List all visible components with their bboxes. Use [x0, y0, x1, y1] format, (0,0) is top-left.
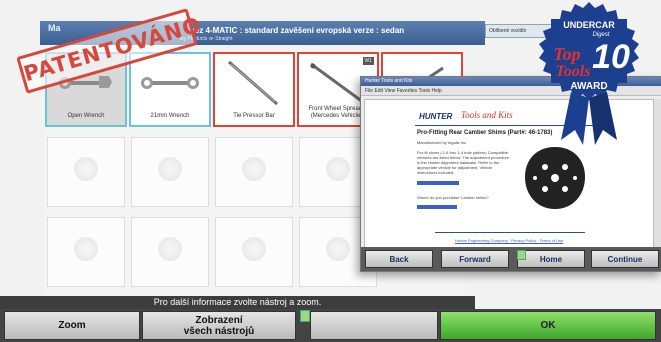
top-10-tools-award-badge: UNDERCAR Digest Top 10 Tools AWARD: [539, 2, 639, 145]
back-button[interactable]: Back: [365, 250, 433, 268]
camber-shim-plate-image: [525, 147, 585, 209]
forward-button[interactable]: Forward: [441, 250, 509, 268]
doc-link[interactable]: [417, 205, 457, 209]
wrench-icon: [141, 77, 199, 89]
continue-button[interactable]: Continue: [591, 250, 659, 268]
doc-intro: Manufactured by Ingalls Inc.: [417, 140, 468, 145]
doc-question: Where do you purchase Camber shims?: [417, 195, 489, 200]
award-10: 10: [592, 38, 630, 76]
tool-label: Open Wrench: [67, 113, 105, 119]
vehicle-header-title: bez 4-MATIC : standard zavěšení evropská…: [190, 26, 405, 35]
doc-link[interactable]: [417, 181, 459, 185]
status-bar: Pro další informace zvolte nástroj a zoo…: [0, 296, 475, 309]
award-top: Top: [553, 44, 580, 64]
tool-badge: W1: [362, 57, 374, 65]
empty-tool-slot[interactable]: [215, 217, 293, 287]
doc-body: Pro-fit shims (.1.6 thru 1.4 hole patter…: [417, 150, 509, 175]
popup-button-bar: Back Forward Home Continue: [361, 247, 661, 271]
tool-label: 21mm Wrench: [150, 113, 190, 119]
empty-tool-slot[interactable]: [47, 137, 125, 207]
empty-tool-slot[interactable]: [131, 137, 209, 207]
show-all-tools-label-line2: všech nástrojů: [183, 325, 255, 337]
bottom-button-bar: Zoom Zobrazení všech nástrojů OK: [0, 309, 661, 342]
app-title: Ma: [48, 23, 61, 33]
tool-label: Tie Pressor Bar: [233, 113, 275, 119]
tool-tile-tie-pressor-bar[interactable]: Tie Pressor Bar: [213, 52, 295, 127]
empty-tool-slot[interactable]: [215, 137, 293, 207]
popup-scrollbar[interactable]: [653, 99, 661, 247]
award-tools: Tools: [556, 63, 591, 80]
empty-tool-slot[interactable]: [47, 217, 125, 287]
doc-footer-links[interactable]: Hunter Engineering Company · Privacy Pol…: [455, 238, 563, 243]
empty-button-slot: [310, 311, 438, 340]
ok-button[interactable]: OK: [440, 311, 656, 340]
bar-icon: [228, 60, 278, 106]
divider: [435, 232, 585, 233]
home-button[interactable]: Home: [517, 250, 585, 268]
award-award: AWARD: [570, 81, 607, 92]
indicator-light: [517, 250, 526, 260]
empty-tool-slot[interactable]: [131, 217, 209, 287]
show-all-tools-button[interactable]: Zobrazení všech nástrojů: [142, 311, 296, 340]
hunter-logo: HUNTER: [419, 112, 453, 121]
tools-and-kits-logo: Tools and Kits: [461, 110, 513, 120]
award-undercar: UNDERCAR: [563, 20, 615, 30]
tool-tile-21mm-wrench[interactable]: 21mm Wrench: [129, 52, 211, 127]
indicator-light: [300, 310, 310, 322]
zoom-button[interactable]: Zoom: [4, 311, 140, 340]
show-all-tools-label-line1: Zobrazení: [195, 314, 243, 326]
